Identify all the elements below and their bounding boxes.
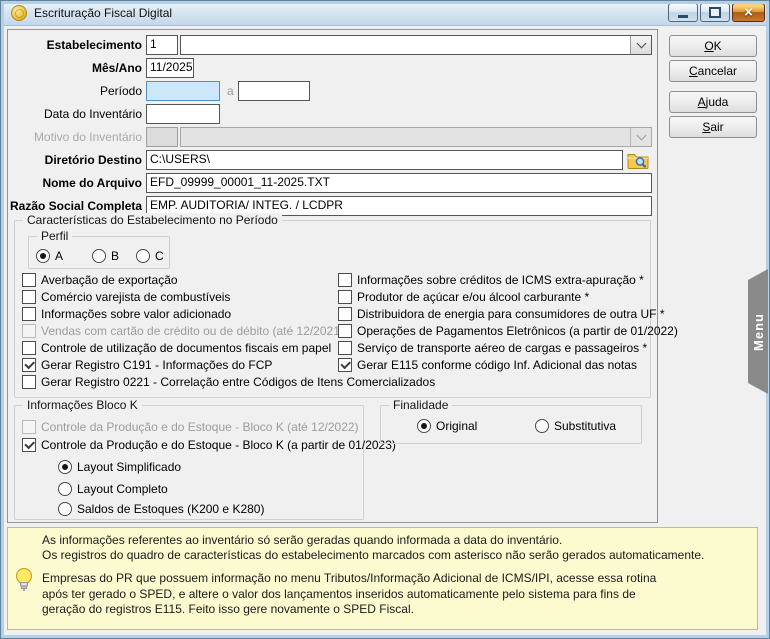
- folder-search-icon: [627, 151, 649, 169]
- data-inventario-input[interactable]: [146, 104, 220, 124]
- motivo-inventario-code-input: [146, 127, 178, 147]
- radio-icon: [535, 419, 549, 433]
- note-pr-tip: Empresas do PR que possuem informação no…: [42, 571, 670, 618]
- checkbox-icon: [22, 341, 36, 355]
- radio-original[interactable]: Original: [417, 418, 477, 433]
- periodo-label: Período: [10, 81, 142, 101]
- motivo-inventario-label: Motivo do Inventário: [10, 127, 142, 147]
- menu-tab-label: Menu: [751, 313, 766, 351]
- motivo-dropdown-button: [630, 128, 651, 146]
- radio-layout-completo[interactable]: Layout Completo: [58, 481, 168, 496]
- checkbox-icon: [338, 273, 352, 287]
- motivo-inventario-select: [180, 127, 652, 147]
- radio-substitutiva[interactable]: Substitutiva: [535, 418, 616, 433]
- checkbox-gerar-e115[interactable]: Gerar E115 conforme código Inf. Adiciona…: [338, 357, 637, 372]
- nome-arquivo-label: Nome do Arquivo: [10, 173, 142, 193]
- periodo-connector: a: [227, 81, 234, 101]
- estabelecimento-dropdown-button[interactable]: [630, 36, 651, 54]
- data-inventario-label: Data do Inventário: [10, 104, 142, 124]
- exit-button[interactable]: Sair: [669, 116, 757, 138]
- checkbox-distribuidora-energia[interactable]: Distribuidora de energia para consumidor…: [338, 306, 665, 321]
- radio-icon: [92, 249, 106, 263]
- finalidade-group-title: Finalidade: [389, 398, 452, 412]
- close-button[interactable]: ×: [732, 3, 765, 22]
- checkbox-pagamentos-eletronicos[interactable]: Operações de Pagamentos Eletrônicos (a p…: [338, 323, 678, 338]
- checkbox-icon: [22, 358, 36, 372]
- nome-arquivo-input[interactable]: EFD_09999_00001_11-2025.TXT: [146, 173, 652, 193]
- minimize-button[interactable]: [668, 3, 698, 22]
- radio-layout-simplificado[interactable]: Layout Simplificado: [58, 459, 181, 474]
- app-icon: [11, 5, 27, 21]
- estabelecimento-label: Estabelecimento: [10, 35, 142, 55]
- perfil-radio-c[interactable]: C: [136, 248, 164, 263]
- perfil-radio-a[interactable]: A: [36, 248, 63, 263]
- checkbox-transporte-aereo[interactable]: Serviço de transporte aéreo de cargas e …: [338, 340, 647, 355]
- mes-ano-label: Mês/Ano: [10, 58, 142, 78]
- checkbox-icon: [338, 307, 352, 321]
- radio-icon: [58, 482, 72, 496]
- checkbox-valor-adicionado[interactable]: Informações sobre valor adicionado: [22, 306, 231, 321]
- browse-folder-button[interactable]: [626, 149, 650, 170]
- checkbox-gerar-c191[interactable]: Gerar Registro C191 - Informações do FCP: [22, 357, 272, 372]
- checkbox-icon: [338, 290, 352, 304]
- checkbox-icon: [22, 290, 36, 304]
- checkbox-produtor-acucar[interactable]: Produtor de açúcar e/ou álcool carburant…: [338, 289, 589, 304]
- diretorio-destino-label: Diretório Destino: [10, 150, 142, 170]
- radio-icon: [136, 249, 150, 263]
- checkbox-icon: [22, 273, 36, 287]
- restore-button[interactable]: [700, 3, 730, 22]
- checkbox-icon: [22, 438, 36, 452]
- menu-side-tab[interactable]: Menu: [748, 269, 768, 394]
- title-bar[interactable]: Escrituração Fiscal Digital: [1, 1, 769, 26]
- efd-dialog-window: Escrituração Fiscal Digital × Estabeleci…: [0, 0, 770, 639]
- caracteristicas-group-title: Características do Estabelecimento no Pe…: [23, 213, 282, 227]
- radio-icon: [417, 419, 431, 433]
- cancel-button[interactable]: Cancelar: [669, 60, 757, 82]
- checkbox-icon: [338, 324, 352, 338]
- mes-ano-input[interactable]: 11/2025: [146, 58, 194, 78]
- estabelecimento-select[interactable]: [180, 35, 652, 55]
- checkbox-controle-documentos-papel[interactable]: Controle de utilização de documentos fis…: [22, 340, 331, 355]
- perfil-radio-b[interactable]: B: [92, 248, 119, 263]
- periodo-to-input[interactable]: [238, 81, 310, 101]
- checkbox-averbacao-exportacao[interactable]: Averbação de exportação: [22, 272, 178, 287]
- checkbox-icon: [22, 420, 36, 434]
- chevron-down-icon: [636, 131, 646, 141]
- radio-icon: [58, 460, 72, 474]
- perfil-group-title: Perfil: [37, 229, 72, 243]
- checkbox-bloco-k-2023[interactable]: Controle da Produção e do Estoque - Bloc…: [22, 437, 396, 452]
- checkbox-bloco-k-ate-2022: Controle da Produção e do Estoque - Bloc…: [22, 419, 359, 434]
- minimize-icon: [678, 15, 688, 18]
- ok-button[interactable]: OK: [669, 35, 757, 57]
- periodo-from-input[interactable]: [146, 81, 220, 101]
- window-title: Escrituração Fiscal Digital: [34, 6, 172, 20]
- lightbulb-icon: [14, 567, 34, 597]
- bloco-k-group-title: Informações Bloco K: [23, 398, 142, 412]
- checkbox-icon: [22, 324, 36, 338]
- checkbox-gerar-0221[interactable]: Gerar Registro 0221 - Correlação entre C…: [22, 374, 435, 389]
- restore-icon: [709, 7, 721, 18]
- checkbox-icon: [22, 375, 36, 389]
- note-asterisco: Os registros do quadro de característica…: [42, 548, 704, 562]
- diretorio-destino-input[interactable]: C:\USERS\: [146, 150, 623, 170]
- checkbox-icon: [22, 307, 36, 321]
- chevron-down-icon: [636, 39, 646, 49]
- checkbox-icms-extra-apuracao[interactable]: Informações sobre créditos de ICMS extra…: [338, 272, 644, 287]
- radio-icon: [36, 249, 50, 263]
- estabelecimento-code-input[interactable]: 1: [146, 35, 178, 55]
- radio-icon: [58, 502, 72, 516]
- checkbox-vendas-cartao: Vendas com cartão de crédito ou de débit…: [22, 323, 344, 338]
- close-icon: ×: [744, 4, 753, 21]
- checkbox-comercio-varejista[interactable]: Comércio varejista de combustíveis: [22, 289, 230, 304]
- checkbox-icon: [338, 341, 352, 355]
- help-button[interactable]: Ajuda: [669, 91, 757, 113]
- note-inventario: As informações referentes ao inventário …: [42, 533, 562, 547]
- radio-saldos-estoques[interactable]: Saldos de Estoques (K200 e K280): [58, 501, 264, 516]
- checkbox-icon: [338, 358, 352, 372]
